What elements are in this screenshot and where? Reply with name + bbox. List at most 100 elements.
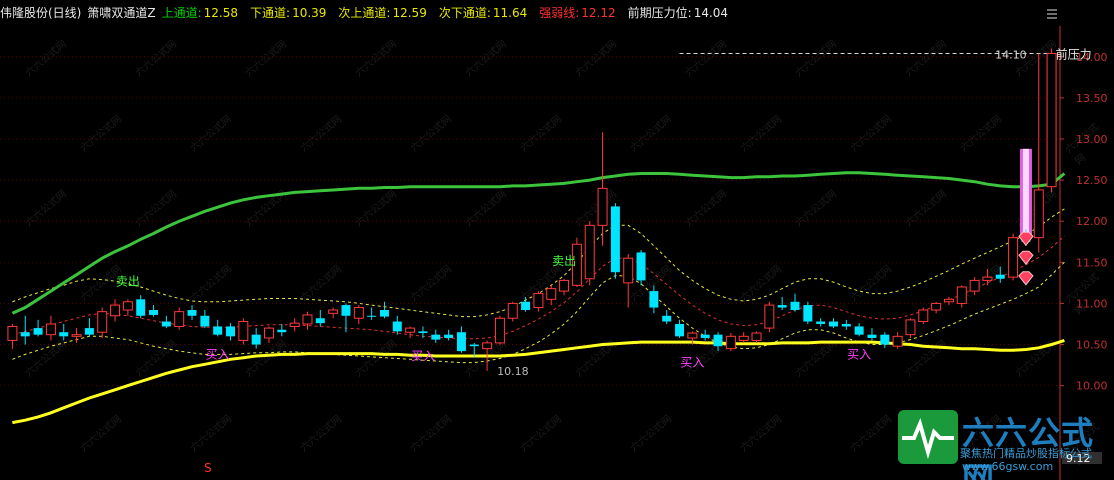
candle-body <box>149 310 159 315</box>
candle-body <box>392 321 402 332</box>
candle-body <box>418 331 428 334</box>
candle-body <box>777 305 787 308</box>
candle-body <box>687 332 698 339</box>
bottom-signal-label: S <box>204 461 212 475</box>
candle-body <box>7 325 18 341</box>
candle-body <box>289 322 300 327</box>
candle-body <box>725 335 736 350</box>
candle-body <box>700 334 710 338</box>
y-tick-label: 10.50 <box>1076 339 1108 352</box>
candle-body <box>905 319 916 336</box>
candle-body <box>867 334 877 338</box>
candle-body <box>559 279 570 292</box>
candle-body <box>213 326 223 335</box>
signal-bar-highlight <box>1022 148 1029 237</box>
candle-body <box>713 334 723 347</box>
sell-signal-label: 卖出 <box>116 274 140 288</box>
sell-signal-label: 卖出 <box>552 254 576 268</box>
candle-body <box>59 332 69 337</box>
candle-body <box>1033 189 1044 239</box>
candle-body <box>71 334 82 337</box>
candle-body <box>1008 237 1019 278</box>
y-tick-label: 11.50 <box>1076 256 1108 269</box>
candle-body <box>187 310 197 316</box>
candle-body <box>982 276 993 281</box>
candle-body <box>277 329 287 333</box>
candle-body <box>341 305 351 316</box>
candle-body <box>790 301 800 311</box>
sub-lower-channel-line <box>12 261 1065 364</box>
candle-body <box>45 323 56 336</box>
candle-body <box>264 327 274 339</box>
candle-body <box>161 321 171 327</box>
candle-body <box>969 279 980 292</box>
candle-body <box>494 317 505 344</box>
candle-body <box>110 304 121 317</box>
candle-body <box>122 301 133 311</box>
candle-body <box>995 274 1005 279</box>
buy-signal-label: 买入 <box>680 356 704 370</box>
y-tick-label: 10.00 <box>1076 380 1108 393</box>
candle-body <box>803 305 813 322</box>
diamond-icon <box>1018 250 1034 266</box>
candle-body <box>315 318 325 324</box>
candle-body <box>482 342 493 350</box>
candle-body <box>302 314 313 325</box>
candle-body <box>136 299 146 316</box>
candle-body <box>251 334 261 345</box>
candle-body <box>20 332 30 337</box>
candle-body <box>623 257 634 284</box>
candle-body <box>918 309 929 323</box>
chart-window: { "header": { "stock": "伟隆股份(日线)", "indi… <box>0 0 1114 480</box>
candle-body <box>662 315 672 322</box>
candle-body <box>353 307 364 319</box>
candle-body <box>584 224 595 280</box>
candle-body <box>675 323 685 337</box>
y-tick-label: 13.50 <box>1076 92 1108 105</box>
candle-body <box>469 344 479 347</box>
candle-body <box>931 302 942 311</box>
diamond-icon <box>1018 231 1034 247</box>
candle-body <box>943 298 954 303</box>
candle-body <box>456 332 466 352</box>
resistance-value-label: 14.10 <box>995 48 1027 61</box>
logo-slogan: 聚焦热门精品炒股指标公式 <box>960 447 1092 460</box>
y-tick-label: 12.50 <box>1076 174 1108 187</box>
candle-body <box>405 327 416 333</box>
buy-signal-label: 买入 <box>206 347 230 361</box>
buy-signal-label: 买入 <box>847 347 871 361</box>
candle-body <box>533 293 544 309</box>
candle-body <box>226 326 236 337</box>
candle-body <box>828 321 838 327</box>
candle-body <box>33 328 43 335</box>
candle-body <box>1046 52 1057 188</box>
candle-body <box>892 335 903 347</box>
candle-body <box>521 301 531 311</box>
candle-body <box>174 311 185 327</box>
candle-body <box>200 315 210 327</box>
candle-body <box>431 334 441 340</box>
buy-signal-label: 买入 <box>411 349 435 363</box>
y-tick-label: 12.00 <box>1076 215 1108 228</box>
candle-body <box>956 286 967 304</box>
y-tick-label: 11.00 <box>1076 297 1108 310</box>
candle-body <box>444 334 454 338</box>
candle-body <box>84 328 94 335</box>
candle-body <box>854 326 864 335</box>
candle-body <box>367 315 377 317</box>
candle-body <box>751 332 762 341</box>
candle-body <box>546 288 557 300</box>
candle-body <box>841 323 851 327</box>
candle-body <box>738 335 749 341</box>
candle-body <box>97 311 108 333</box>
candle-body <box>238 321 249 341</box>
candle-body <box>597 187 608 226</box>
resistance-text-label: 前压力 <box>1056 46 1092 61</box>
logo-url: www.66gsw.com <box>962 460 1054 473</box>
site-logo: 六六公式网 聚焦热门精品炒股指标公式 www.66gsw.com <box>896 408 1114 480</box>
candle-body <box>328 309 339 314</box>
candle-body <box>764 304 775 329</box>
diamond-icon <box>1018 271 1034 286</box>
candle-body <box>610 206 620 273</box>
candle-body <box>636 252 646 281</box>
